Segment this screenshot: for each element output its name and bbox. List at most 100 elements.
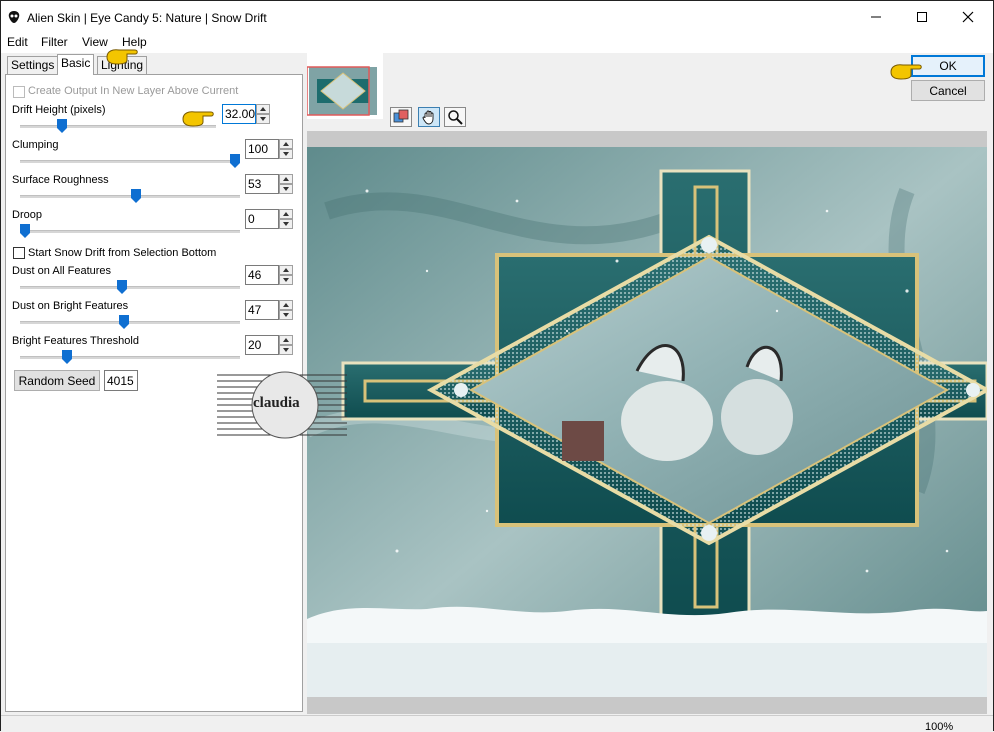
- arrow-up-icon: [283, 338, 289, 342]
- clumping-label: Clumping: [12, 139, 59, 151]
- drift-height-slider-thumb[interactable]: [57, 119, 68, 133]
- preview-image: [303, 147, 992, 697]
- surface-roughness-slider[interactable]: [20, 195, 240, 198]
- dust-bright-slider-thumb[interactable]: [118, 315, 129, 329]
- droop-up[interactable]: [279, 209, 293, 219]
- hand-icon: [422, 110, 434, 125]
- surface-roughness-label: Surface Roughness: [12, 174, 109, 186]
- droop-label: Droop: [12, 209, 42, 221]
- create-output-checkbox[interactable]: [13, 86, 25, 98]
- clumping-input[interactable]: 100: [245, 139, 279, 159]
- droop-spinner[interactable]: 0: [245, 209, 295, 229]
- toggle-preview-button[interactable]: [390, 107, 412, 127]
- start-snow-drift-label: Start Snow Drift from Selection Bottom: [28, 247, 217, 259]
- arrow-down-icon: [283, 187, 289, 191]
- menu-filter[interactable]: Filter: [41, 35, 68, 49]
- droop-slider[interactable]: [20, 230, 240, 233]
- preview-area[interactable]: [303, 131, 992, 714]
- maximize-icon: [917, 12, 927, 22]
- dust-all-slider[interactable]: [20, 286, 240, 289]
- surface-roughness-spinner[interactable]: 53: [245, 174, 295, 194]
- tab-settings[interactable]: Settings: [7, 56, 59, 74]
- alien-skin-app-icon: [8, 11, 20, 23]
- droop-input[interactable]: 0: [245, 209, 279, 229]
- pointer-hand-icon: [182, 111, 214, 127]
- close-button[interactable]: [945, 1, 991, 33]
- dust-bright-up[interactable]: [279, 300, 293, 310]
- preview-toggle-icon: [393, 109, 409, 123]
- arrow-down-icon: [283, 348, 289, 352]
- clumping-down[interactable]: [279, 149, 293, 159]
- create-output-label: Create Output In New Layer Above Current: [28, 85, 239, 97]
- title-bar: Alien Skin | Eye Candy 5: Nature | Snow …: [1, 1, 993, 33]
- arrow-down-icon: [283, 313, 289, 317]
- bright-threshold-down[interactable]: [279, 345, 293, 355]
- watermark-text: claudia: [253, 395, 300, 411]
- surface-roughness-slider-thumb[interactable]: [131, 189, 142, 203]
- menu-view[interactable]: View: [82, 35, 108, 49]
- bright-threshold-input[interactable]: 20: [245, 335, 279, 355]
- clumping-slider[interactable]: [20, 160, 240, 163]
- arrow-up-icon: [283, 177, 289, 181]
- pointer-hand-icon: [106, 49, 138, 65]
- hand-tool-button[interactable]: [418, 107, 440, 127]
- arrow-down-icon: [283, 152, 289, 156]
- dust-all-label: Dust on All Features: [12, 265, 112, 277]
- arrow-up-icon: [283, 142, 289, 146]
- bright-threshold-up[interactable]: [279, 335, 293, 345]
- droop-slider-thumb[interactable]: [20, 224, 30, 238]
- watermark-logo: claudia: [217, 371, 347, 439]
- pointer-hand-icon: [890, 64, 922, 80]
- arrow-up-icon: [283, 268, 289, 272]
- surface-roughness-up[interactable]: [279, 174, 293, 184]
- status-bar: 100%: [1, 715, 993, 732]
- dust-bright-input[interactable]: 47: [245, 300, 279, 320]
- random-seed-button[interactable]: Random Seed: [14, 370, 100, 391]
- close-icon: [962, 11, 974, 23]
- thumbnail-image: [306, 66, 377, 116]
- minimize-button[interactable]: [853, 1, 899, 33]
- menu-edit[interactable]: Edit: [7, 35, 28, 49]
- menu-bar: Edit Filter View Help: [1, 33, 993, 53]
- drift-height-input[interactable]: 32.00: [222, 104, 256, 124]
- tab-basic[interactable]: Basic: [57, 54, 95, 75]
- arrow-up-icon: [260, 107, 266, 111]
- bright-threshold-label: Bright Features Threshold: [12, 335, 139, 347]
- arrow-down-icon: [260, 117, 266, 121]
- maximize-button[interactable]: [899, 1, 945, 33]
- start-snow-drift-checkbox[interactable]: [13, 247, 25, 259]
- dust-bright-slider[interactable]: [20, 321, 240, 324]
- dust-all-input[interactable]: 46: [245, 265, 279, 285]
- dust-bright-down[interactable]: [279, 310, 293, 320]
- dust-all-down[interactable]: [279, 275, 293, 285]
- bright-threshold-slider[interactable]: [20, 356, 240, 359]
- surface-roughness-down[interactable]: [279, 184, 293, 194]
- dust-all-up[interactable]: [279, 265, 293, 275]
- arrow-up-icon: [283, 212, 289, 216]
- dust-all-slider-thumb[interactable]: [116, 280, 127, 294]
- bright-threshold-slider-thumb[interactable]: [62, 350, 72, 364]
- dust-bright-label: Dust on Bright Features: [12, 300, 129, 312]
- magnifier-icon: [448, 110, 463, 125]
- navigator-thumbnail[interactable]: [306, 53, 383, 119]
- arrow-up-icon: [283, 303, 289, 307]
- dust-all-spinner[interactable]: 46: [245, 265, 295, 285]
- zoom-tool-button[interactable]: [444, 107, 466, 127]
- drift-height-label: Drift Height (pixels): [12, 104, 106, 116]
- random-seed-input[interactable]: 4015: [104, 370, 138, 391]
- drift-height-spinner[interactable]: 32.00: [222, 104, 272, 124]
- minimize-icon: [871, 16, 881, 18]
- arrow-down-icon: [283, 222, 289, 226]
- droop-down[interactable]: [279, 219, 293, 229]
- cancel-button[interactable]: Cancel: [911, 80, 985, 101]
- drift-height-down[interactable]: [256, 114, 270, 124]
- clumping-slider-thumb[interactable]: [230, 154, 240, 168]
- surface-roughness-input[interactable]: 53: [245, 174, 279, 194]
- dust-bright-spinner[interactable]: 47: [245, 300, 295, 320]
- drift-height-up[interactable]: [256, 104, 270, 114]
- bright-threshold-spinner[interactable]: 20: [245, 335, 295, 355]
- clumping-spinner[interactable]: 100: [245, 139, 295, 159]
- clumping-up[interactable]: [279, 139, 293, 149]
- window-title: Alien Skin | Eye Candy 5: Nature | Snow …: [27, 11, 267, 25]
- arrow-down-icon: [283, 278, 289, 282]
